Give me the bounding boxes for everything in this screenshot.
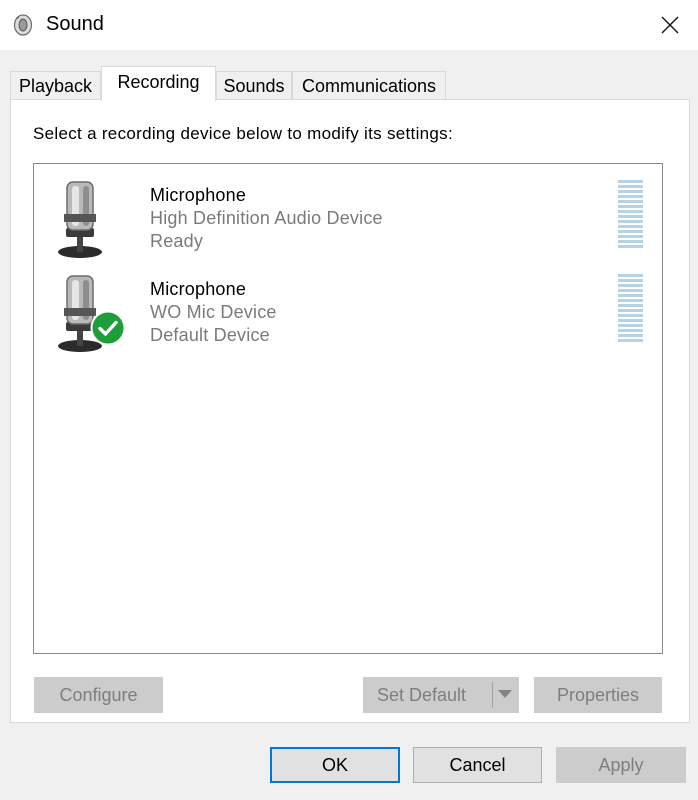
title-bar: Sound: [0, 0, 698, 50]
tab-playback[interactable]: Playback: [10, 71, 101, 100]
level-meter: [618, 274, 643, 344]
recording-panel: Select a recording device below to modif…: [10, 99, 690, 723]
apply-button[interactable]: Apply: [556, 747, 686, 783]
close-icon: [661, 16, 679, 34]
close-button[interactable]: [642, 0, 698, 50]
device-item[interactable]: Microphone High Definition Audio Device …: [34, 166, 660, 260]
tab-communications[interactable]: Communications: [292, 71, 446, 100]
device-name: Microphone: [150, 279, 247, 299]
tab-recording[interactable]: Recording: [101, 66, 216, 101]
properties-button[interactable]: Properties: [534, 677, 662, 713]
set-default-split-button[interactable]: Set Default: [363, 677, 519, 713]
tab-sounds[interactable]: Sounds: [216, 71, 292, 100]
cancel-button[interactable]: Cancel: [413, 747, 542, 783]
device-list[interactable]: Microphone High Definition Audio Device …: [33, 163, 663, 654]
speaker-icon: [13, 14, 33, 36]
configure-button[interactable]: Configure: [34, 677, 163, 713]
ok-button[interactable]: OK: [270, 747, 400, 783]
device-item[interactable]: Microphone WO Mic Device Default Device: [34, 260, 660, 354]
instruction-text: Select a recording device below to modif…: [33, 124, 453, 143]
level-meter: [618, 180, 643, 250]
set-default-label: Set Default: [377, 685, 467, 705]
chevron-down-icon[interactable]: [498, 690, 512, 698]
green-check-icon: [90, 310, 126, 346]
device-description: WO Mic Device: [150, 302, 277, 322]
split-divider: [492, 682, 493, 708]
window-title: Sound: [46, 13, 104, 35]
device-name: Microphone: [150, 185, 247, 205]
device-status: Default Device: [150, 325, 270, 345]
microphone-icon: [58, 181, 102, 258]
device-description: High Definition Audio Device: [150, 208, 383, 228]
device-status: Ready: [150, 231, 204, 251]
